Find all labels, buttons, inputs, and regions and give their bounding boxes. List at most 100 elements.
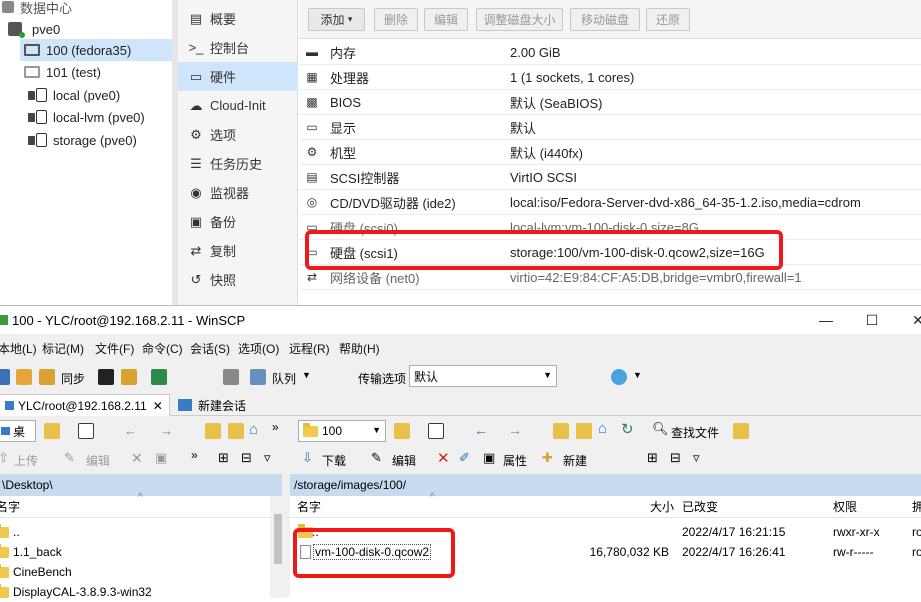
menu-remote[interactable]: 远程(R) — [289, 340, 330, 357]
vertical-scrollbar[interactable] — [270, 496, 286, 598]
list-item[interactable]: 1.1_back — [0, 542, 62, 562]
new-icon[interactable]: ✚ — [542, 450, 553, 466]
resize-disk-button[interactable]: 调整磁盘大小 — [476, 8, 563, 31]
maximize-button[interactable]: ☐ — [849, 306, 895, 334]
sync-label[interactable]: 同步 — [61, 370, 85, 387]
col-name[interactable]: 名字 — [297, 498, 321, 515]
plus-icon[interactable]: ⊞ — [218, 450, 229, 466]
download-icon[interactable]: ⇩ — [302, 450, 313, 466]
list-item[interactable]: DisplayCAL-3.8.9.3-win32 — [0, 582, 152, 602]
download-label[interactable]: 下载 — [322, 452, 346, 469]
col-rights[interactable]: 权限 — [833, 498, 857, 515]
more-icon[interactable]: » — [191, 448, 198, 462]
chevron-down-icon[interactable]: ▼ — [633, 370, 642, 380]
tab-new-session[interactable]: 新建会话 — [172, 394, 252, 416]
sync-icon[interactable] — [39, 369, 55, 385]
hw-row-memory[interactable]: ▬ 内存 2.00 GiB — [299, 40, 921, 65]
tree-item-storage[interactable]: storage (pve0) — [28, 129, 137, 151]
forward-icon[interactable]: → — [160, 423, 173, 438]
remote-dir-select[interactable]: 100 ▼ — [298, 420, 386, 442]
close-button[interactable]: ✕ — [895, 306, 921, 334]
parent-folder-icon[interactable] — [553, 423, 569, 439]
nav-summary[interactable]: ▤ 概要 — [178, 4, 298, 33]
open-folder-icon[interactable] — [44, 423, 60, 439]
edit-icon[interactable]: ✎ — [371, 450, 382, 466]
hw-row-machine[interactable]: ⚙ 机型 默认 (i440fx) — [299, 140, 921, 165]
nav-cloud-init[interactable]: ☁ Cloud-Init — [178, 91, 298, 120]
add-icon[interactable] — [0, 369, 10, 385]
filter-icon[interactable] — [78, 423, 94, 439]
plus-icon[interactable]: ⊞ — [647, 450, 658, 466]
properties-label[interactable]: 属性 — [503, 452, 527, 469]
menu-session[interactable]: 会话(S) — [190, 340, 230, 357]
filter-icon[interactable] — [428, 423, 444, 439]
col-name[interactable]: 名字 — [0, 498, 20, 515]
properties-icon[interactable]: ▣ — [155, 450, 167, 466]
revert-button[interactable]: 还原 — [646, 8, 690, 31]
tree-datacenter[interactable]: 数据中心 — [2, 0, 72, 18]
tree-item-vm-101[interactable]: 101 (test) — [24, 61, 101, 83]
col-owner[interactable]: 拥 — [912, 498, 921, 515]
minus-icon[interactable]: ⊟ — [670, 450, 681, 466]
edit-label[interactable]: 编辑 — [86, 452, 110, 469]
move-disk-button[interactable]: 移动磁盘 — [570, 8, 640, 31]
find-icon[interactable]: 🔍︎ — [652, 421, 669, 437]
more-icon[interactable]: » — [272, 420, 279, 434]
menu-options[interactable]: 选项(O) — [238, 340, 279, 357]
nav-snapshots[interactable]: ↺ 快照 — [178, 265, 298, 294]
filter-icon[interactable]: ▿ — [693, 450, 700, 466]
nav-task-history[interactable]: ☰ 任务历史 — [178, 149, 298, 178]
col-size[interactable]: 大小 — [650, 498, 674, 515]
tree-node[interactable]: pve0 — [8, 18, 60, 40]
parent-folder-icon[interactable] — [205, 423, 221, 439]
upload-icon[interactable]: ⇧ — [0, 450, 9, 466]
edit-button[interactable]: 编辑 — [424, 8, 468, 31]
add-button[interactable]: 添加 ▾ — [308, 8, 365, 31]
upload-label[interactable]: 上传 — [14, 452, 38, 469]
tree-icon[interactable] — [733, 423, 749, 439]
nav-hardware[interactable]: ▭ 硬件 — [178, 62, 298, 91]
rename-icon[interactable]: ✐ — [459, 450, 470, 466]
refresh-icon[interactable] — [151, 369, 167, 385]
find-files-label[interactable]: 查找文件 — [671, 424, 719, 441]
console-icon[interactable] — [98, 369, 114, 385]
tab-session[interactable]: YLC/root@192.168.2.11 ✕ — [0, 394, 170, 416]
queue-label[interactable]: 队列 — [272, 370, 296, 387]
queue-icon[interactable] — [250, 369, 266, 385]
hw-row-display[interactable]: ▭ 显示 默认 — [299, 115, 921, 140]
new-label[interactable]: 新建 — [563, 452, 587, 469]
hw-row-bios[interactable]: ▩ BIOS 默认 (SeaBIOS) — [299, 90, 921, 115]
root-folder-icon[interactable] — [228, 423, 244, 439]
home-icon[interactable]: ⌂ — [598, 420, 607, 437]
edit2-label[interactable]: 编辑 — [392, 452, 416, 469]
menu-help[interactable]: 帮助(H) — [339, 340, 380, 357]
nav-options[interactable]: ⚙ 选项 — [178, 120, 298, 149]
tree-item-vm-100[interactable]: 100 (fedora35) — [20, 39, 172, 61]
back-icon[interactable]: ← — [124, 423, 137, 438]
tree-item-local[interactable]: local (pve0) — [28, 84, 120, 106]
list-item[interactable]: CineBench — [0, 562, 72, 582]
open-folder-icon[interactable] — [394, 423, 410, 439]
sync-browse-icon[interactable] — [16, 369, 32, 385]
hw-row-cdrom[interactable]: ◎ CD/DVD驱动器 (ide2) local:iso/Fedora-Server… — [299, 190, 921, 215]
nav-console[interactable]: >_ 控制台 — [178, 33, 298, 62]
remote-path-bar[interactable]: /storage/images/100/ — [290, 474, 921, 496]
minus-icon[interactable]: ⊟ — [241, 450, 252, 466]
local-drive-select[interactable]: 桌 — [0, 420, 36, 442]
close-icon[interactable]: ✕ — [153, 399, 163, 413]
filter-icon[interactable]: ▿ — [264, 450, 271, 466]
chevron-down-icon[interactable]: ▼ — [302, 370, 311, 380]
tree-item-local-lvm[interactable]: local-lvm (pve0) — [28, 106, 145, 128]
delete-icon[interactable]: ✕ — [437, 449, 450, 467]
edit-icon[interactable]: ✎ — [64, 450, 75, 466]
list-item[interactable]: .. — [0, 522, 20, 542]
nav-monitor[interactable]: ◉ 监视器 — [178, 178, 298, 207]
home-icon[interactable]: ⌂ — [249, 421, 258, 438]
properties-icon[interactable]: ▣ — [483, 450, 495, 466]
putty-icon[interactable] — [121, 369, 137, 385]
delete-icon[interactable]: ✕ — [131, 450, 143, 467]
col-modified[interactable]: 已改变 — [682, 498, 718, 515]
refresh-icon[interactable]: ↻ — [621, 420, 634, 438]
menu-file[interactable]: 文件(F) — [95, 340, 134, 357]
hw-row-scsi-controller[interactable]: ▤ SCSI控制器 VirtIO SCSI — [299, 165, 921, 190]
